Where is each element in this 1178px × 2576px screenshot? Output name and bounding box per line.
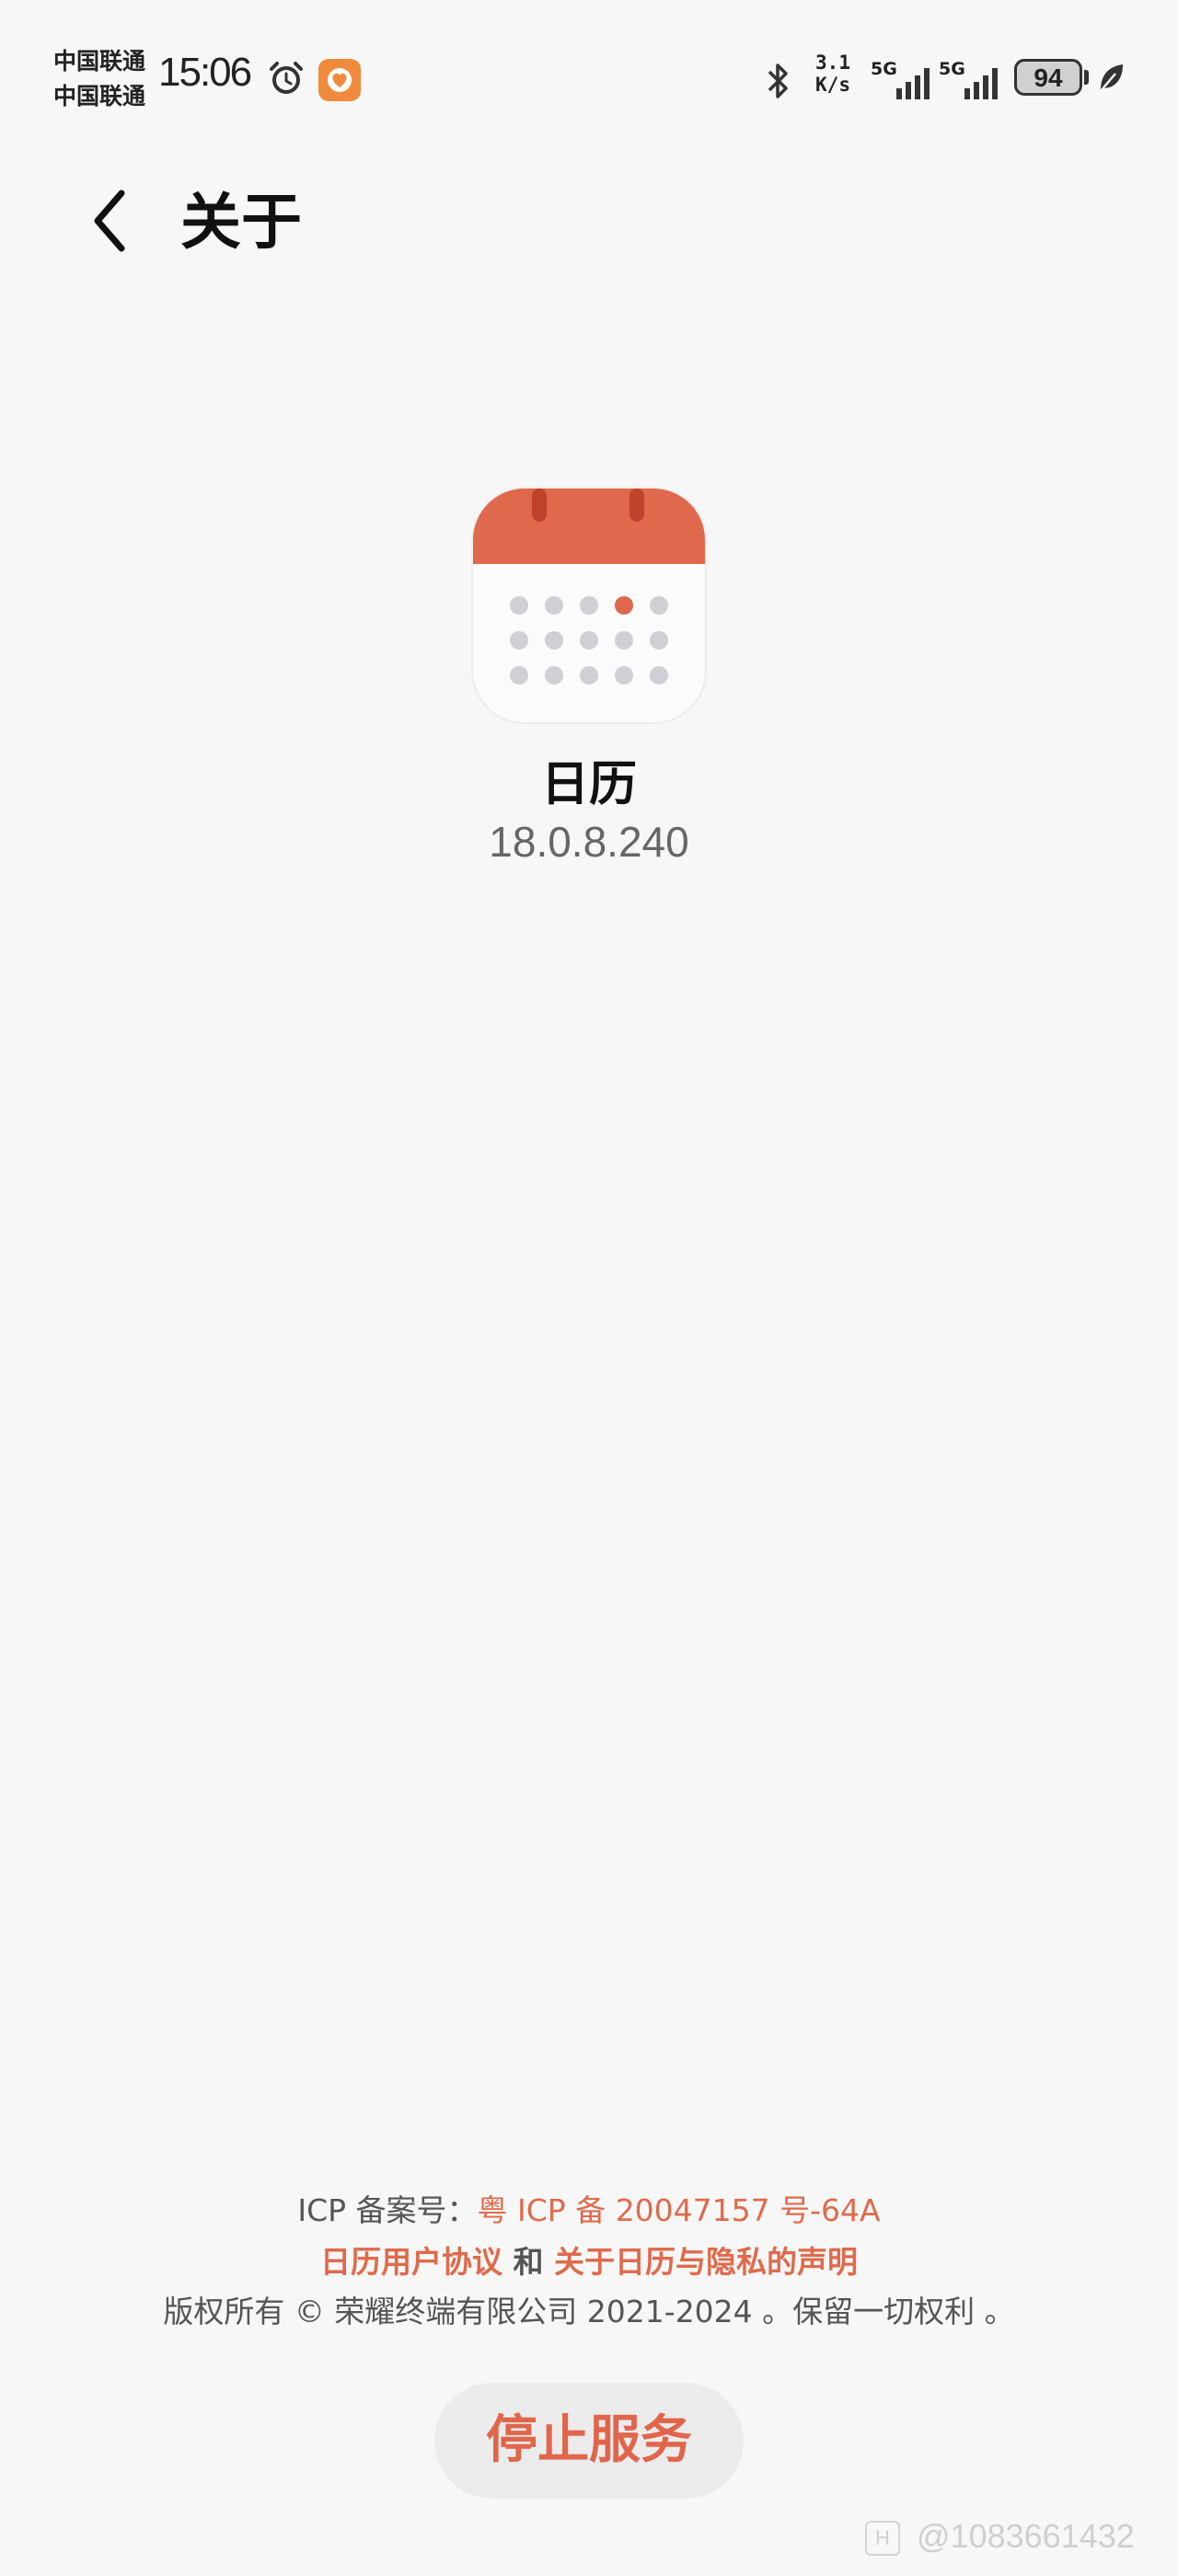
carrier-1: 中国联通 xyxy=(53,48,146,75)
network-speed: 3.1 K/s xyxy=(808,52,858,96)
icp-label: ICP 备案号： xyxy=(297,2192,478,2228)
battery-level: 94 xyxy=(1034,63,1063,92)
signal-sim-1: 5G xyxy=(871,59,939,99)
bluetooth-icon xyxy=(768,63,788,98)
health-app-icon xyxy=(318,59,361,101)
links-conjunction: 和 xyxy=(502,2244,554,2280)
signal-sim-2: 5G xyxy=(939,59,1007,99)
copyright-text: 版权所有 © 荣耀终端有限公司 2021-2024 。保留一切权利 。 xyxy=(163,2294,1015,2329)
carrier-2: 中国联通 xyxy=(53,83,146,109)
network-speed-unit: K/s xyxy=(815,74,850,96)
leaf-icon xyxy=(1100,64,1123,92)
watermark-logo: H xyxy=(865,2521,900,2557)
user-agreement-link[interactable]: 日历用户协议 xyxy=(320,2244,502,2280)
legal-links: 日历用户协议 和 关于日历与隐私的声明 xyxy=(0,2237,1178,2282)
stop-service-button[interactable]: 停止服务 xyxy=(434,2383,744,2499)
icp-number-link[interactable]: 粤 ICP 备 20047157 号-64A xyxy=(478,2192,881,2228)
app-version: 18.0.8.240 xyxy=(489,818,689,866)
status-bar: 中国联通 中国联通 15:06 3.1 K/s 5G 5G 94 xyxy=(0,0,1178,138)
privacy-statement-link[interactable]: 关于日历与隐私的声明 xyxy=(554,2244,858,2280)
status-time: 15:06 xyxy=(158,50,252,95)
watermark-text: @1083661432 xyxy=(917,2517,1135,2555)
battery-icon: 94 xyxy=(1014,59,1082,96)
calendar-icon xyxy=(473,489,705,722)
icp-info: ICP 备案号：粤 ICP 备 20047157 号-64A xyxy=(0,2186,1178,2230)
signal-bars-icon xyxy=(896,68,930,99)
page-title: 关于 xyxy=(180,187,302,258)
back-button[interactable] xyxy=(85,180,140,261)
carrier-labels: 中国联通 中国联通 xyxy=(53,44,145,114)
app-name: 日历 xyxy=(540,757,637,812)
battery-tip xyxy=(1084,70,1089,85)
chevron-left-icon xyxy=(94,190,125,252)
network-speed-value: 3.1 xyxy=(815,52,850,74)
alarm-icon xyxy=(270,62,303,94)
watermark: H @1083661432 xyxy=(865,2517,1135,2557)
signal-bars-icon xyxy=(964,68,998,99)
